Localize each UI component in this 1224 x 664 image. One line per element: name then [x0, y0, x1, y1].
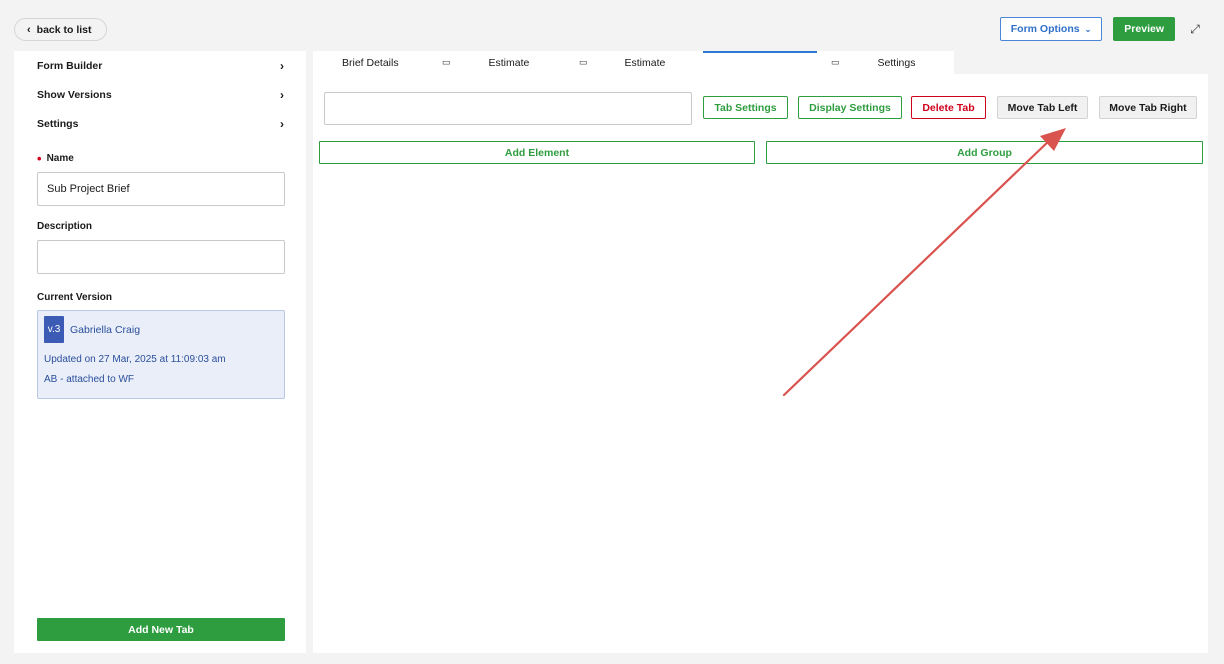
expand-icon[interactable]: ⤢	[1186, 20, 1204, 38]
back-to-list-button[interactable]: ‹ back to list	[14, 18, 107, 41]
move-tab-right-label: Move Tab Right	[1109, 101, 1187, 114]
description-field[interactable]	[37, 240, 285, 274]
add-element-button[interactable]: Add Element	[319, 141, 755, 164]
tab-name-input[interactable]	[324, 92, 692, 125]
sidebar-item-show-versions[interactable]: Show Versions ›	[14, 80, 306, 109]
version-card: v.3 Gabriella Craig Updated on 27 Mar, 2…	[37, 310, 285, 399]
tab-brief-details[interactable]: Brief Details	[313, 51, 426, 74]
tab-display-icon: ▭	[831, 57, 840, 67]
add-new-tab-button[interactable]: Add New Tab	[37, 618, 285, 641]
chevron-right-icon: ›	[280, 116, 284, 131]
tab-settings[interactable]: ▭ Settings	[817, 51, 954, 74]
delete-tab-label: Delete Tab	[922, 101, 975, 114]
current-version-label: Current Version	[37, 292, 113, 303]
header-actions: Form Options ⌄ Preview ⤢	[999, 17, 1204, 41]
add-group-label: Add Group	[957, 146, 1012, 159]
main-panel: Brief Details ▭ Estimate ▭ Estimate ▭ Se…	[313, 51, 1208, 653]
description-label: Description	[37, 221, 93, 232]
chevron-right-icon: ›	[280, 87, 284, 102]
form-options-dropdown[interactable]: Form Options ⌄	[999, 17, 1103, 41]
tab-bar: Brief Details ▭ Estimate ▭ Estimate ▭ Se…	[313, 51, 1208, 74]
version-updated: Updated on 27 Mar, 2025 at 11:09:03 am	[44, 354, 226, 365]
name-label: Name	[46, 153, 74, 164]
chevron-right-icon: ›	[280, 58, 284, 73]
form-options-label: Form Options	[1010, 23, 1080, 35]
sidebar-item-label: Form Builder	[37, 59, 103, 72]
move-tab-left-label: Move Tab Left	[1007, 101, 1078, 114]
tab-label: Estimate	[624, 56, 666, 69]
sidebar-item-form-builder[interactable]: Form Builder ›	[14, 51, 306, 80]
chevron-left-icon: ‹	[27, 23, 31, 36]
tab-label: Estimate	[488, 56, 530, 69]
name-label-row: • Name	[14, 150, 306, 166]
delete-tab-button[interactable]: Delete Tab	[911, 96, 986, 119]
version-note: AB - attached to WF	[44, 374, 135, 385]
add-element-label: Add Element	[504, 146, 570, 159]
tab-label: Settings	[877, 56, 916, 69]
sidebar-item-label: Show Versions	[37, 88, 112, 101]
sidebar-item-label: Settings	[37, 117, 79, 130]
required-marker: •	[37, 150, 42, 166]
display-settings-label: Display Settings	[809, 101, 891, 114]
move-tab-left-button[interactable]: Move Tab Left	[997, 96, 1088, 119]
tab-label: Brief Details	[342, 56, 399, 69]
tab-display-icon: ▭	[579, 57, 588, 67]
add-group-button[interactable]: Add Group	[766, 141, 1203, 164]
tab-display-icon: ▭	[442, 57, 451, 67]
preview-label: Preview	[1124, 23, 1164, 35]
version-badge: v.3	[44, 316, 64, 343]
back-label: back to list	[36, 23, 92, 36]
sidebar: Form Builder › Show Versions › Settings …	[14, 51, 306, 653]
tab-settings-button[interactable]: Tab Settings	[703, 96, 788, 119]
preview-button[interactable]: Preview	[1113, 17, 1175, 41]
tab-estimate-1[interactable]: ▭ Estimate	[426, 51, 565, 74]
display-settings-button[interactable]: Display Settings	[798, 96, 902, 119]
chevron-down-icon: ⌄	[1084, 24, 1092, 34]
tab-active-untitled[interactable]	[703, 51, 817, 74]
tab-estimate-2[interactable]: ▭ Estimate	[565, 51, 703, 74]
name-value: Sub Project Brief	[47, 183, 130, 195]
sidebar-item-settings[interactable]: Settings ›	[14, 109, 306, 138]
tab-settings-label: Tab Settings	[714, 101, 777, 114]
version-user: Gabriella Craig	[70, 323, 141, 336]
name-field[interactable]: Sub Project Brief	[37, 172, 285, 206]
add-new-tab-label: Add New Tab	[128, 623, 194, 636]
move-tab-right-button[interactable]: Move Tab Right	[1099, 96, 1197, 119]
